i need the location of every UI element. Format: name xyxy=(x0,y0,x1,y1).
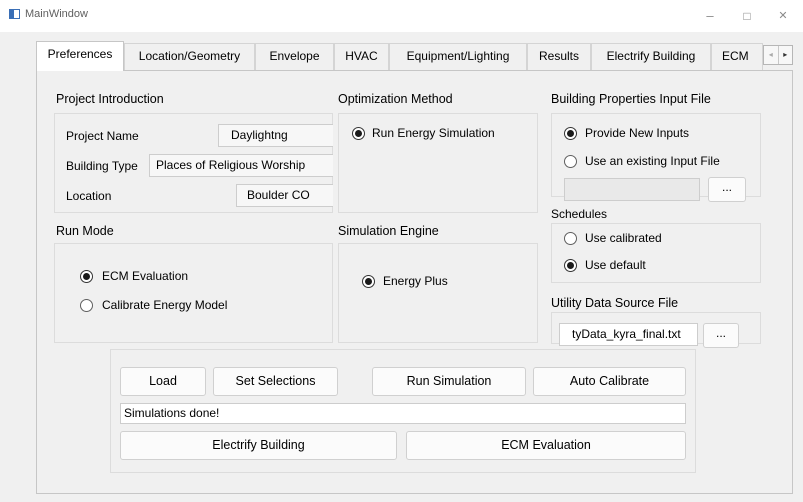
project-name-label: Project Name xyxy=(66,129,139,143)
ecm-evaluation-button[interactable]: ECM Evaluation xyxy=(406,431,686,460)
utility-data-group: tyData_kyra_final.txt ... xyxy=(551,312,761,348)
tab-location-geometry[interactable]: Location/Geometry xyxy=(124,43,255,70)
tab-scroll-right-icon[interactable]: ▸ xyxy=(779,46,793,64)
use-existing-input-label: Use an existing Input File xyxy=(585,154,720,168)
title-bar: MainWindow – □ ✕ xyxy=(0,0,803,32)
calibrate-energy-model-label: Calibrate Energy Model xyxy=(102,298,228,312)
project-intro-group: Project Name Daylightng Building Type Pl… xyxy=(54,113,333,213)
preferences-pane: Project Introduction Project Name Daylig… xyxy=(36,70,793,494)
tab-results[interactable]: Results xyxy=(527,43,591,70)
set-selections-button[interactable]: Set Selections xyxy=(213,367,338,396)
tab-electrify-building[interactable]: Electrify Building xyxy=(591,43,711,70)
run-energy-simulation-radio[interactable] xyxy=(352,127,365,140)
ecm-evaluation-radio-label: ECM Evaluation xyxy=(102,269,189,283)
utility-data-file-field[interactable]: tyData_kyra_final.txt xyxy=(559,323,698,346)
tab-ecm[interactable]: ECM xyxy=(711,43,763,70)
calibrate-energy-model-radio[interactable] xyxy=(80,299,93,312)
tab-equipment-lighting[interactable]: Equipment/Lighting xyxy=(389,43,527,70)
project-intro-title: Project Introduction xyxy=(56,92,164,106)
building-type-select[interactable]: Places of Religious Worship xyxy=(149,154,333,177)
tab-preferences[interactable]: Preferences xyxy=(36,41,124,71)
load-button[interactable]: Load xyxy=(120,367,206,396)
run-energy-simulation-label: Run Energy Simulation xyxy=(372,126,495,140)
utility-data-browse-button[interactable]: ... xyxy=(703,323,739,348)
provide-new-inputs-radio[interactable] xyxy=(564,127,577,140)
run-mode-title: Run Mode xyxy=(56,224,114,238)
utility-data-title: Utility Data Source File xyxy=(551,296,679,310)
use-default-label: Use default xyxy=(585,258,646,272)
building-props-group: Provide New Inputs Use an existing Input… xyxy=(551,113,761,202)
location-label: Location xyxy=(66,189,112,203)
building-type-label: Building Type xyxy=(66,159,138,173)
simulation-engine-title: Simulation Engine xyxy=(338,224,439,238)
schedules-title: Schedules xyxy=(551,207,608,221)
tab-scroll-left-icon[interactable]: ◂ xyxy=(764,46,779,64)
actions-panel: Load Set Selections Run Simulation Auto … xyxy=(110,349,696,473)
window-title: MainWindow xyxy=(25,8,88,20)
maximize-button[interactable]: □ xyxy=(733,6,761,26)
schedules-group: Use calibrated Use default xyxy=(551,223,761,283)
energy-plus-label: Energy Plus xyxy=(383,274,448,288)
optimization-group: Run Energy Simulation xyxy=(338,113,538,213)
close-button[interactable]: ✕ xyxy=(769,6,797,26)
input-file-path-field[interactable] xyxy=(564,178,700,201)
project-name-field[interactable]: Daylightng xyxy=(218,124,333,147)
tab-hvac[interactable]: HVAC xyxy=(334,43,389,70)
energy-plus-radio[interactable] xyxy=(362,275,375,288)
run-simulation-button[interactable]: Run Simulation xyxy=(372,367,526,396)
building-props-title: Building Properties Input File xyxy=(551,92,711,106)
simulation-engine-group: Energy Plus xyxy=(338,243,538,343)
tab-envelope[interactable]: Envelope xyxy=(255,43,334,70)
use-existing-input-radio[interactable] xyxy=(564,155,577,168)
ecm-evaluation-radio[interactable] xyxy=(80,270,93,283)
electrify-building-button[interactable]: Electrify Building xyxy=(120,431,397,460)
provide-new-inputs-label: Provide New Inputs xyxy=(585,126,690,140)
minimize-button[interactable]: – xyxy=(696,6,724,26)
location-field[interactable]: Boulder CO xyxy=(236,184,333,207)
optimization-title: Optimization Method xyxy=(338,92,453,106)
input-file-browse-button[interactable]: ... xyxy=(708,177,746,202)
use-default-radio[interactable] xyxy=(564,259,577,272)
auto-calibrate-button[interactable]: Auto Calibrate xyxy=(533,367,686,396)
status-field[interactable]: Simulations done! xyxy=(120,403,686,424)
use-calibrated-radio[interactable] xyxy=(564,232,577,245)
tab-scroll-buttons: ◂ ▸ xyxy=(763,45,793,65)
use-calibrated-label: Use calibrated xyxy=(585,231,662,245)
run-mode-group: ECM Evaluation Calibrate Energy Model xyxy=(54,243,333,343)
app-window-icon xyxy=(9,9,20,19)
